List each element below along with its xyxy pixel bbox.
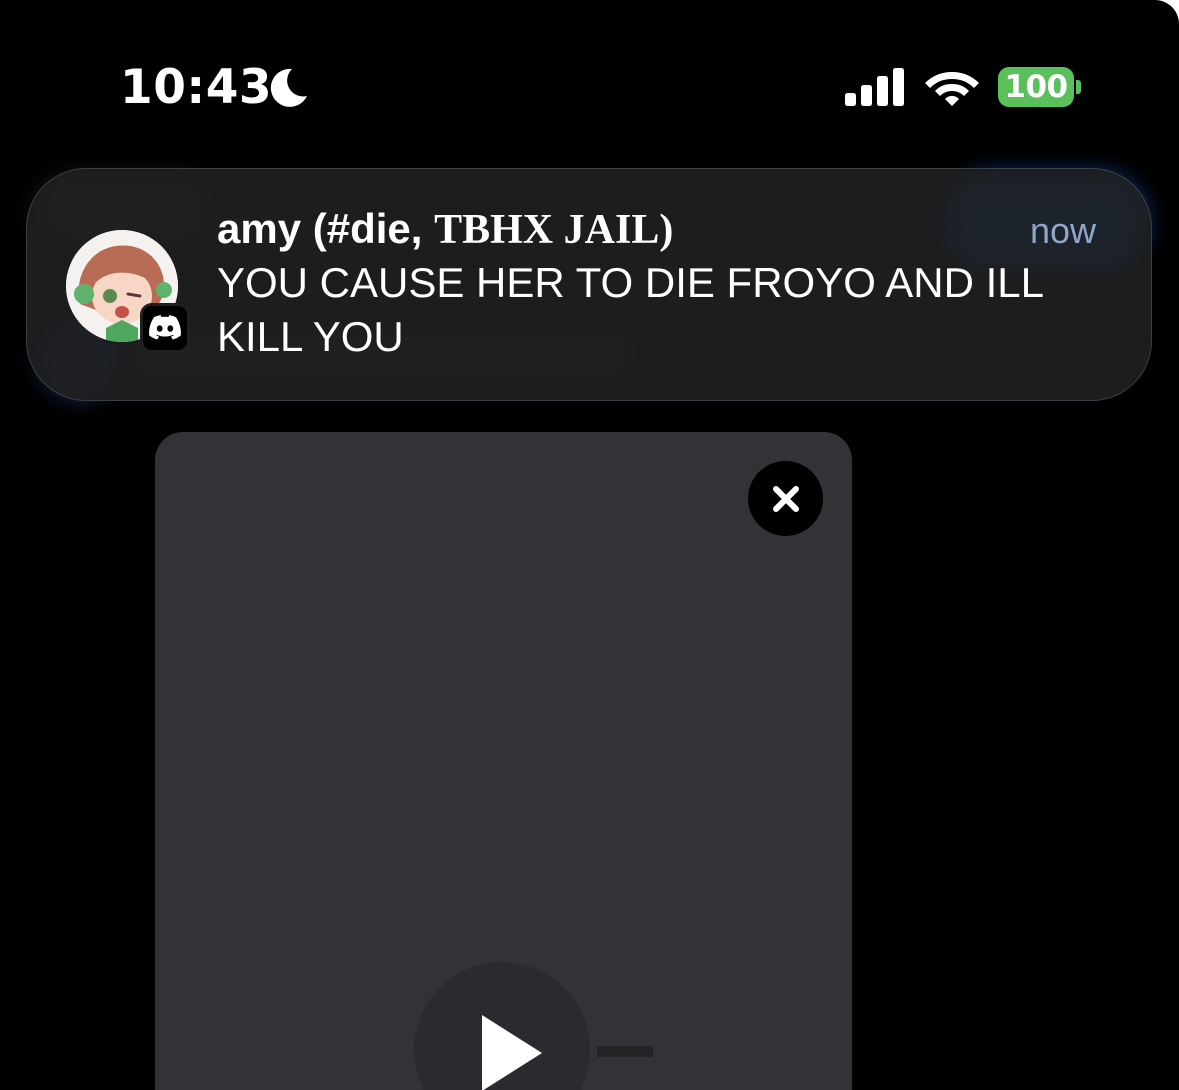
moon-icon [270, 68, 307, 107]
signal-icon [845, 68, 904, 106]
notification-message: YOU CAUSE HER TO DIE FROYO AND ILL KILL … [217, 259, 1043, 360]
close-icon [772, 485, 799, 512]
battery-level: 100 [1004, 69, 1068, 105]
play-icon [482, 1015, 542, 1090]
battery-icon: 100 [998, 67, 1074, 107]
notification-sender: amy (#die, [217, 205, 435, 252]
phone-screen: 10:43 100 amy (#die, TBHX JAIL) now YOU … [0, 0, 1179, 1090]
wifi-icon [925, 72, 979, 106]
notification-time: now [1030, 210, 1097, 251]
close-button[interactable] [748, 461, 823, 536]
battery-cap [1076, 80, 1081, 94]
notification-channel: TBHX JAIL) [434, 207, 674, 253]
notification-title: amy (#die, TBHX JAIL) [217, 204, 673, 255]
status-time: 10:43 [120, 60, 273, 115]
progress-indicator [597, 1046, 653, 1057]
discord-icon [140, 303, 190, 353]
